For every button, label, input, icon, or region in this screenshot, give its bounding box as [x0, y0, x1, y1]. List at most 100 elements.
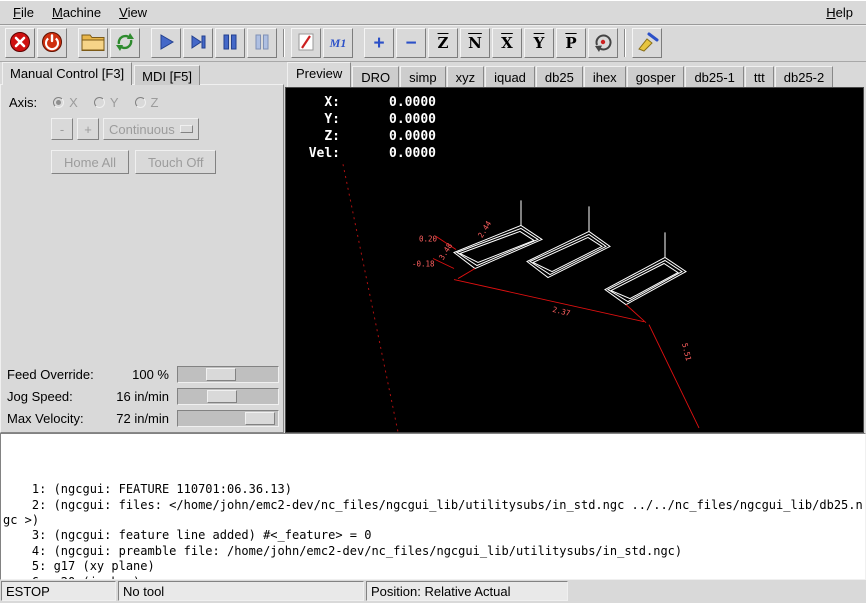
right-tab[interactable]: db25-1: [685, 66, 743, 87]
menu-machine[interactable]: Machine: [43, 2, 110, 23]
touch-off-button[interactable]: Touch Off: [135, 150, 216, 174]
view-z-button[interactable]: Z: [428, 28, 458, 58]
pause-button[interactable]: [215, 28, 245, 58]
slider-row: Max Velocity: 72 in/min: [7, 407, 279, 429]
right-tab[interactable]: Preview: [287, 62, 351, 87]
slider-row: Jog Speed: 16 in/min: [7, 385, 279, 407]
slider-handle[interactable]: [206, 368, 236, 381]
status-bar: ESTOP No tool Position: Relative Actual: [0, 580, 866, 603]
right-tab[interactable]: simp: [400, 66, 445, 87]
gcode-line: gc >): [3, 513, 865, 528]
gcode-line: 3: (ngcgui: feature line added) #<_featu…: [3, 528, 865, 543]
axis-label: Axis:: [9, 95, 37, 110]
radio-indicator: [94, 97, 105, 108]
slider[interactable]: [177, 366, 279, 383]
manual-control-page: Axis: X Y Z - + Continuous Home All Touc…: [0, 84, 284, 433]
zoom-out-button[interactable]: −: [396, 28, 426, 58]
reload-file-button[interactable]: [110, 28, 140, 58]
axis-x-label: X: [69, 95, 78, 110]
right-tab[interactable]: DRO: [352, 66, 399, 87]
jog-mode-value: Continuous: [109, 122, 175, 137]
jog-mode-dropdown[interactable]: Continuous: [103, 118, 199, 140]
tab-mdi[interactable]: MDI [F5]: [134, 65, 200, 85]
slider-label: Feed Override:: [7, 367, 99, 382]
gcode-line: 1: (ngcgui: FEATURE 110701:06.36.13): [3, 482, 865, 497]
gcode-line: 4: (ngcgui: preamble file: /home/john/em…: [3, 544, 865, 559]
preview-canvas[interactable]: X:0.0000 Y:0.0000 Z:0.0000 Vel:0.0000: [285, 87, 864, 433]
zoom-out-icon: −: [405, 34, 416, 53]
dim-label: 2.37: [552, 305, 572, 318]
right-tab[interactable]: db25: [536, 66, 583, 87]
dim-label: -0.18: [412, 260, 435, 269]
stop-icon: [252, 32, 272, 55]
stop-button[interactable]: [247, 28, 277, 58]
right-tab[interactable]: gosper: [627, 66, 685, 87]
slider-handle[interactable]: [245, 412, 275, 425]
preview-tab-bar: PreviewDROsimpxyziquaddb25ihexgosperdb25…: [287, 62, 866, 87]
readout-y-value: 0.0000: [340, 111, 436, 128]
axis-x-radio[interactable]: X: [53, 95, 78, 110]
rotate-view-button[interactable]: [588, 28, 618, 58]
play-icon: [156, 32, 176, 55]
view-perspective-button[interactable]: P: [556, 28, 586, 58]
view-z-icon: Z: [438, 34, 449, 52]
view-y-button[interactable]: Y: [524, 28, 554, 58]
view-perspective-icon: P: [565, 34, 576, 52]
position-readout: X:0.0000 Y:0.0000 Z:0.0000 Vel:0.0000: [296, 94, 436, 162]
home-all-button[interactable]: Home All: [51, 150, 129, 174]
axis-y-radio[interactable]: Y: [94, 95, 119, 110]
linuxcnc-axis-window: File Machine View Help M1 + − Z N X Y P …: [0, 0, 866, 603]
power-icon: [41, 31, 63, 56]
left-tab-bar: Manual Control [F3] MDI [F5]: [2, 62, 202, 85]
axis-z-radio[interactable]: Z: [135, 95, 159, 110]
readout-vel-value: 0.0000: [340, 145, 436, 162]
machine-power-button[interactable]: [37, 28, 67, 58]
m1-icon: M1: [330, 36, 347, 51]
menu-help[interactable]: Help: [817, 2, 862, 23]
axis-z-label: Z: [151, 95, 159, 110]
right-tab[interactable]: iquad: [485, 66, 535, 87]
menu-view[interactable]: View: [110, 2, 156, 23]
toolbar: M1 + − Z N X Y P: [0, 25, 866, 62]
gcode-listing[interactable]: 1: (ngcgui: FEATURE 110701:06.36.13) 2: …: [0, 433, 866, 580]
status-tool: No tool: [118, 581, 364, 601]
right-tab[interactable]: db25-2: [775, 66, 833, 87]
pause-icon: [220, 32, 240, 55]
slider-value: 100 %: [99, 367, 177, 382]
estop-button[interactable]: [5, 28, 35, 58]
slider[interactable]: [177, 410, 279, 427]
zoom-in-icon: +: [373, 34, 384, 53]
tab-manual-control[interactable]: Manual Control [F3]: [2, 62, 132, 85]
slider-handle[interactable]: [207, 390, 237, 403]
right-tab[interactable]: ihex: [584, 66, 626, 87]
clear-plot-button[interactable]: [632, 28, 662, 58]
slider-group: Feed Override: 100 % Jog Speed: 16 in/mi…: [7, 363, 279, 430]
gcode-line: 5: g17 (xy plane): [3, 559, 865, 574]
step-button[interactable]: [183, 28, 213, 58]
menu-file[interactable]: File: [4, 2, 43, 23]
slider[interactable]: [177, 388, 279, 405]
view-y-icon: Y: [534, 34, 545, 52]
right-tab[interactable]: xyz: [447, 66, 485, 87]
jog-plus-button[interactable]: +: [77, 118, 99, 140]
left-panel: Manual Control [F3] MDI [F5] Axis: X Y Z…: [0, 62, 284, 433]
axis-y-label: Y: [110, 95, 119, 110]
axis-row: Axis: X Y Z: [9, 95, 279, 110]
jog-row: - + Continuous: [51, 118, 279, 140]
readout-z-label: Z:: [296, 128, 340, 145]
open-file-button[interactable]: [78, 28, 108, 58]
block-delete-button[interactable]: [291, 28, 321, 58]
dim-label: 0.20: [419, 234, 438, 243]
view-x-icon: X: [501, 34, 513, 52]
jog-minus-button[interactable]: -: [51, 118, 73, 140]
readout-vel-label: Vel:: [296, 145, 340, 162]
zoom-in-button[interactable]: +: [364, 28, 394, 58]
view-x-button[interactable]: X: [492, 28, 522, 58]
view-z-rotated-icon: N: [468, 34, 482, 52]
run-program-button[interactable]: [151, 28, 181, 58]
slider-value: 72 in/min: [99, 411, 177, 426]
view-z-rotated-button[interactable]: N: [460, 28, 490, 58]
dim-label: 5.51: [680, 342, 693, 362]
optional-pause-button[interactable]: M1: [323, 28, 353, 58]
right-tab[interactable]: ttt: [745, 66, 774, 87]
